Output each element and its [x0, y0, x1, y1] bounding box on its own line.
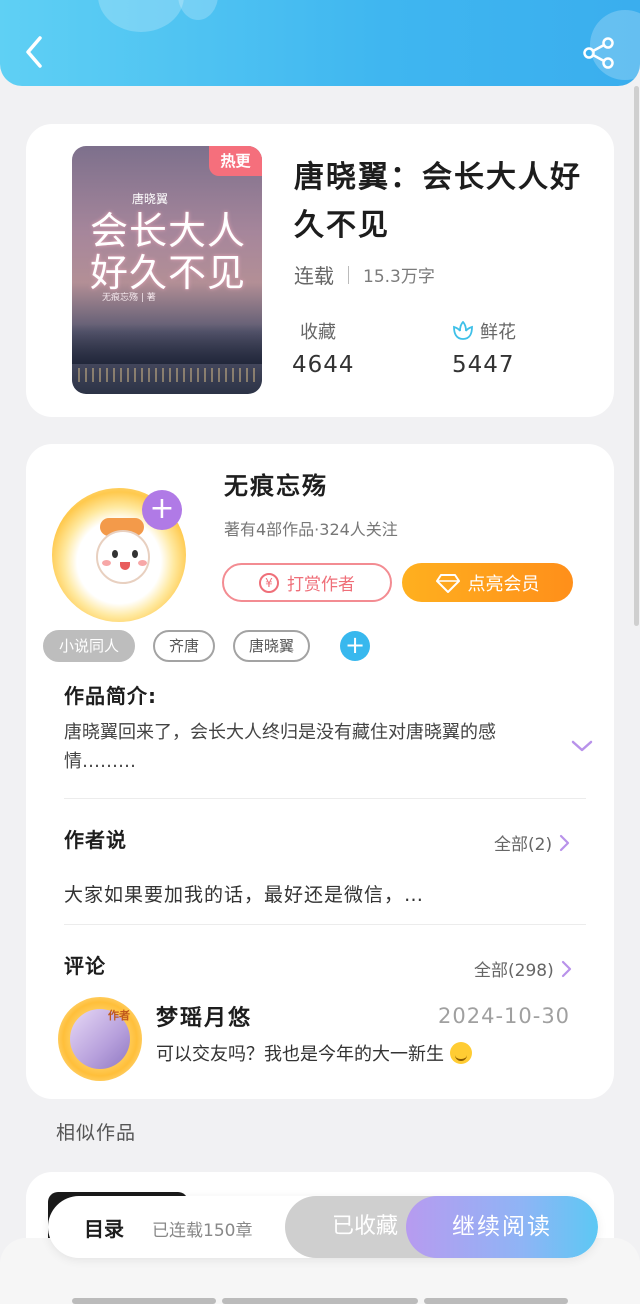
top-bar	[0, 0, 640, 86]
decor-bubble	[178, 0, 218, 20]
flowers-value: 5447	[452, 352, 515, 378]
flower-icon	[453, 321, 473, 340]
follow-author-button[interactable]: +	[142, 490, 182, 530]
intro-text: 唐晓翼回来了，会长大人终归是没有藏住对唐晓翼的感情………	[64, 722, 496, 772]
commenter-avatar[interactable]: 作者	[58, 997, 142, 1081]
chapter-count[interactable]: 已连载150章	[152, 1216, 252, 1241]
hot-badge: 热更	[209, 146, 262, 176]
book-cover[interactable]: 唐晓翼 会长大人好久不见 无痕忘殇 | 著	[72, 146, 262, 394]
cover-title: 会长大人好久不见	[89, 209, 246, 295]
favorites-value: 4644	[292, 352, 355, 378]
chevron-down-icon[interactable]	[570, 738, 594, 754]
tag[interactable]: 小说同人	[43, 630, 136, 662]
comment-text[interactable]: 可以交友吗？我也是今年的大一新生	[156, 1040, 472, 1066]
comments-more-label: 全部(298)	[474, 961, 554, 981]
tab-indicator	[72, 1298, 216, 1304]
book-title: 唐晓翼：会长大人好久不见	[294, 160, 582, 243]
tag[interactable]: 齐唐	[153, 630, 216, 662]
avatar-mouth	[120, 562, 130, 570]
book-status: 连载	[294, 264, 334, 288]
share-button[interactable]	[582, 36, 616, 70]
word-count: 15.3万字	[363, 267, 435, 287]
tag[interactable]: 唐晓翼	[233, 630, 311, 662]
book-meta: 连载 15.3万字	[294, 260, 435, 289]
continue-reading-button[interactable]: 继续阅读	[406, 1196, 598, 1258]
commenter-name[interactable]: 梦瑶月悠	[156, 1000, 252, 1032]
tab-indicator	[222, 1298, 418, 1304]
back-button[interactable]	[20, 34, 50, 70]
reward-label: 打赏作者	[287, 575, 355, 595]
scrollbar[interactable]	[634, 86, 639, 626]
toc-button[interactable]: 目录	[84, 1213, 124, 1242]
intro-title: 作品简介:	[64, 684, 157, 708]
avatar-eye	[112, 550, 118, 558]
author-says-title: 作者说	[64, 828, 127, 852]
add-tag-button[interactable]: +	[340, 631, 371, 661]
author-info: 著有4部作品·324人关注	[224, 520, 398, 539]
yen-coin-icon: ¥	[259, 572, 279, 593]
comments-title: 评论	[64, 954, 106, 978]
avatar-blush	[102, 560, 111, 566]
book-info-card: 唐晓翼 会长大人好久不见 无痕忘殇 | 著 热更 唐晓翼：会长大人好久不见 连载…	[26, 124, 614, 417]
meta-divider	[348, 265, 349, 284]
favorites-label: 收藏	[300, 322, 336, 343]
cover-lights	[78, 368, 256, 382]
diamond-icon	[435, 573, 460, 593]
plus-icon: +	[149, 491, 175, 526]
cover-author: 无痕忘殇 | 著	[102, 293, 156, 303]
author-says-more-link[interactable]: 全部(2)	[494, 830, 570, 855]
author-badge: 作者	[108, 1009, 130, 1022]
avatar-eye	[132, 550, 138, 558]
divider	[64, 798, 586, 799]
reward-author-button[interactable]: ¥ 打赏作者	[222, 563, 392, 602]
bottom-action-bar: 目录 已连载150章 已收藏 继续阅读	[48, 1196, 598, 1258]
chevron-right-icon	[561, 960, 571, 977]
flowers-label: 鲜花	[480, 322, 516, 343]
similar-works-title: 相似作品	[56, 1122, 137, 1144]
avatar-face	[96, 530, 150, 584]
smile-emoji-icon	[449, 1042, 472, 1064]
share-icon	[583, 37, 614, 69]
chevron-right-icon	[559, 834, 570, 851]
flowers-stat[interactable]: 鲜花	[452, 318, 516, 344]
vip-button[interactable]: 点亮会员	[402, 563, 573, 602]
comments-more-link[interactable]: 全部(298)	[474, 956, 572, 981]
comment-text-body: 可以交友吗？我也是今年的大一新生	[156, 1044, 444, 1065]
tag-list: 小说同人 齐唐 唐晓翼 +	[43, 630, 371, 662]
author-says-text[interactable]: 大家如果要加我的话，最好还是微信，…	[64, 880, 424, 907]
avatar-blush	[138, 560, 147, 566]
vip-label: 点亮会员	[467, 573, 540, 595]
detail-card: + 无痕忘殇 著有4部作品·324人关注 ¥ 打赏作者 点亮会员 小说同人 齐唐…	[26, 444, 614, 1099]
cover-subtitle: 唐晓翼	[132, 192, 169, 206]
chevron-left-icon	[26, 36, 42, 68]
divider	[64, 924, 586, 925]
cover-skyline	[72, 324, 262, 364]
tab-indicator	[424, 1298, 568, 1304]
author-says-more-label: 全部(2)	[494, 835, 553, 855]
comment-date: 2024-10-30	[438, 1004, 571, 1028]
author-name[interactable]: 无痕忘殇	[224, 466, 328, 501]
decor-bubble	[98, 0, 184, 32]
